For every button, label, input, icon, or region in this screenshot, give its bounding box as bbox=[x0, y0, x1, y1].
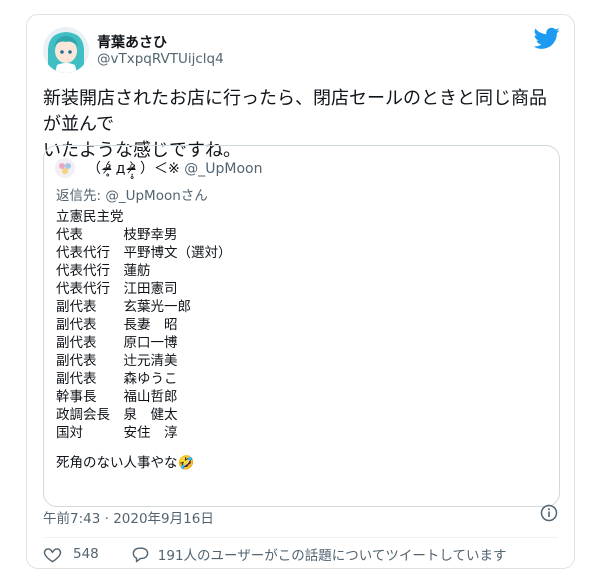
conversation-link[interactable]: 191人のユーザーがこの話題についてツイートしています bbox=[131, 544, 507, 564]
quoted-line: 副代表 長妻 昭 bbox=[56, 317, 178, 333]
quoted-line: 死角のない人事やな🤣 bbox=[56, 455, 195, 471]
tweet-text-line-1: 新装開店されたお店に行ったら、閉店セールのときと同じ商品が並んで bbox=[43, 88, 547, 135]
conversation-text: 191人のユーザーがこの話題についてツイートしています bbox=[157, 548, 507, 564]
quoted-line: 副代表 原口一博 bbox=[56, 335, 178, 351]
twitter-bird-icon[interactable] bbox=[533, 25, 560, 51]
quoted-line: 代表 枝野幸男 bbox=[56, 227, 178, 243]
quoted-line: 代表代行 江田憲司 bbox=[56, 281, 178, 297]
quoted-author-handle: @_UpMoon bbox=[184, 161, 263, 177]
quoted-line: 立憲民主党 bbox=[56, 209, 124, 225]
quoted-line: 副代表 森ゆうこ bbox=[56, 371, 178, 387]
quoted-line: 国対 安住 淳 bbox=[56, 425, 178, 441]
action-bar: 548 191人のユーザーがこの話題についてツイートしています bbox=[43, 543, 506, 565]
reply-to-label: 返信先: @_UpMoonさん bbox=[56, 188, 208, 204]
quoted-line: 副代表 辻元清美 bbox=[56, 353, 178, 369]
quoted-author-avatar bbox=[55, 158, 75, 178]
tweet-card[interactable]: 青葉あさひ @vTxpqRVTUijclq4 新装開店されたお店に行ったら、閉店… bbox=[26, 14, 575, 569]
quoted-line-blank bbox=[56, 442, 536, 454]
like-button[interactable]: 548 bbox=[43, 545, 99, 564]
quoted-text: 立憲民主党 代表 枝野幸男 代表代行 平野博文（選対） 代表代行 蓮舫 代表代行… bbox=[56, 208, 536, 472]
quoted-line: 代表代行 平野博文（選対） bbox=[56, 245, 232, 261]
quoted-line: 代表代行 蓮舫 bbox=[56, 263, 151, 279]
heart-icon bbox=[43, 547, 62, 562]
info-icon[interactable] bbox=[540, 504, 558, 522]
quoted-author: （ ᵒ̴̶̷̥́ д ᵒ̴̶̷̣̥̀ ）＜※ @_UpMoon bbox=[87, 158, 262, 178]
author-handle[interactable]: @vTxpqRVTUijclq4 bbox=[97, 51, 224, 67]
quoted-line: 副代表 玄葉光一郎 bbox=[56, 299, 191, 315]
quoted-tweet[interactable]: （ ᵒ̴̶̷̥́ д ᵒ̴̶̷̣̥̀ ）＜※ @_UpMoon 返信先: @_U… bbox=[43, 145, 560, 507]
reply-icon bbox=[132, 546, 149, 562]
author-name[interactable]: 青葉あさひ bbox=[97, 32, 167, 52]
quoted-line: 幹事長 福山哲郎 bbox=[56, 389, 178, 405]
like-count: 548 bbox=[73, 546, 99, 562]
divider bbox=[43, 537, 558, 538]
quoted-line: 政調会長 泉 健太 bbox=[56, 407, 178, 423]
tweet-timestamp[interactable]: 午前7:43 · 2020年9月16日 bbox=[43, 507, 214, 527]
quoted-author-name: （ ᵒ̴̶̷̥́ д ᵒ̴̶̷̣̥̀ ）＜※ bbox=[87, 161, 180, 177]
author-avatar[interactable] bbox=[43, 27, 89, 73]
